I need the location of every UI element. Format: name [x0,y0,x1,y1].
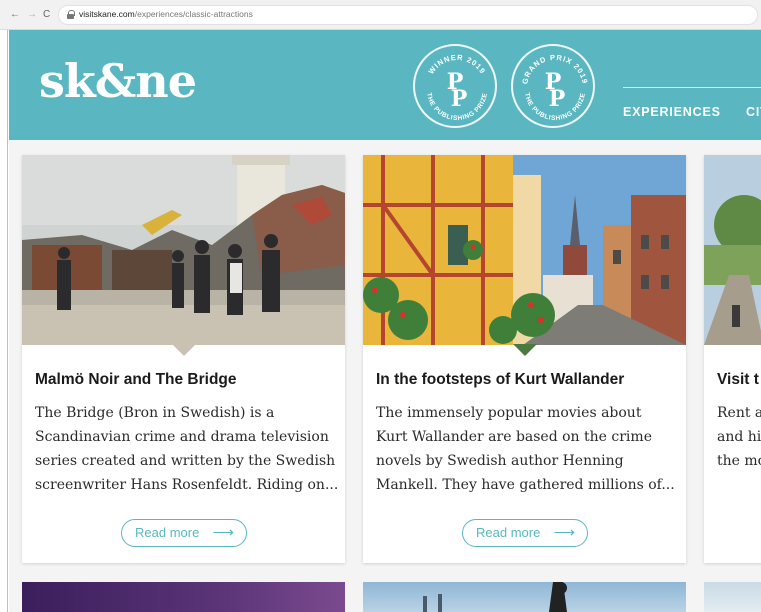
card-photo-peek[interactable] [704,582,761,612]
description-line: Rent a [717,405,761,421]
svg-text:P: P [451,86,468,112]
browser-toolbar: ← → C visitskane.com/experiences/classic… [0,0,761,30]
back-icon[interactable]: ← [10,9,20,20]
attraction-card-malmo-noir[interactable]: Malmö Noir and The Bridge The Bridge (Br… [22,155,345,563]
url-domain: visitskane.com [79,9,135,19]
description-line: Kurt Wallander are based on the crime [376,429,652,445]
card-title[interactable]: Malmö Noir and The Bridge [35,371,237,389]
skane-logo[interactable]: sk&ne [39,58,197,104]
description-line: screenwriter Hans Rosenfeldt. Riding on.… [35,477,339,493]
description-line: The Bridge (Bron in Swedish) is a [35,405,275,421]
photo-pointer [513,344,537,356]
nav-divider [623,87,761,88]
attraction-card-partial[interactable]: Visit t Rent a and hi the mo [704,155,761,563]
description-line: and hi [717,429,761,445]
attractions-grid: Malmö Noir and The Bridge The Bridge (Br… [9,140,761,612]
description-line: novels by Swedish author Henning [376,453,624,469]
read-more-button[interactable]: Read more ⟶ [462,519,588,547]
url-text: visitskane.com/experiences/classic-attra… [79,9,253,19]
prize-seal-icon: WINNER 2019 THE PUBLISHING PRIZE P P [425,53,488,122]
reload-icon[interactable]: C [43,9,50,20]
publishing-prize-badge-grand-prix: GRAND PRIX 2019 THE PUBLISHING PRIZE P P [511,44,595,128]
read-more-label: Read more [135,525,200,540]
nav-item-cities[interactable]: CIT [746,105,761,119]
nav-item-experiences[interactable]: EXPERIENCES [623,105,721,119]
address-bar[interactable]: visitskane.com/experiences/classic-attra… [58,5,758,25]
forward-icon[interactable]: → [27,9,37,20]
photo-pointer [172,344,196,356]
card-description: The immensely popular movies about Kurt … [376,401,676,497]
arrow-right-icon: ⟶ [553,524,575,541]
card-photo-countryside [704,155,761,345]
site-header: sk&ne WINNER 2019 THE PUBLISHING PRIZE P… [9,30,761,140]
card-title[interactable]: In the footsteps of Kurt Wallander [376,371,624,389]
card-photo-peek[interactable] [22,582,345,612]
lock-icon [67,10,75,19]
card-photo-scrapyard [22,155,345,345]
read-more-label: Read more [476,525,541,540]
read-more-button[interactable]: Read more ⟶ [121,519,247,547]
card-description: The Bridge (Bron in Swedish) is a Scandi… [35,401,339,497]
description-line: Mankell. They have gathered millions of.… [376,477,675,493]
description-line: the mo [717,453,761,469]
publishing-prize-badge-winner: WINNER 2019 THE PUBLISHING PRIZE P P [413,44,497,128]
description-line: The immensely popular movies about [376,405,642,421]
attraction-card-kurt-wallander[interactable]: In the footsteps of Kurt Wallander The i… [363,155,686,563]
card-photo-peek[interactable] [363,582,686,612]
arrow-right-icon: ⟶ [212,524,234,541]
card-photo-ystad-street [363,155,686,345]
url-path: /experiences/classic-attractions [134,9,253,19]
prize-seal-icon: GRAND PRIX 2019 THE PUBLISHING PRIZE P P [520,53,589,122]
card-description: Rent a and hi the mo [717,401,761,473]
description-line: Scandinavian crime and drama television [35,429,329,445]
card-title[interactable]: Visit t [717,371,759,389]
svg-text:P: P [549,86,566,112]
window-edge [0,30,8,612]
description-line: series created and written by the Swedis… [35,453,336,469]
